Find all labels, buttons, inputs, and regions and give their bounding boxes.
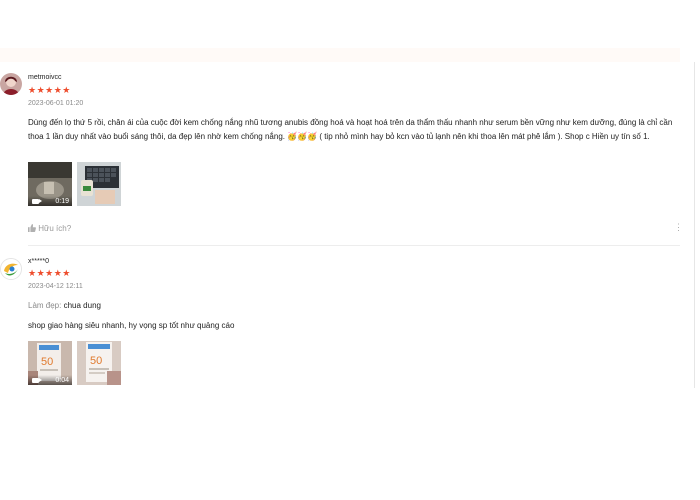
- svg-text:50: 50: [90, 355, 102, 367]
- review-photo-thumb[interactable]: [77, 162, 121, 206]
- svg-text:50: 50: [41, 356, 53, 368]
- attribute-key: Làm đẹp:: [28, 301, 62, 310]
- thumbs-up-icon: [28, 224, 36, 232]
- review-datetime: 2023-04-12 12:11: [28, 283, 83, 290]
- review-content: shop giao hàng siêu nhanh, hy vọng sp tố…: [28, 321, 235, 330]
- video-camera-icon: [32, 378, 42, 383]
- review-datetime: 2023-06-01 01:20: [28, 100, 84, 107]
- video-duration: 0:19: [55, 198, 69, 205]
- video-badge: 0:04: [28, 375, 72, 385]
- section-top-band: [0, 48, 680, 62]
- review-content: Dùng đến lọ thứ 5 rồi, chân ái của cuộc …: [28, 118, 673, 141]
- more-options-icon[interactable]: ⋮: [674, 223, 683, 232]
- review-photo-thumb[interactable]: 50: [77, 341, 121, 385]
- helpful-label: Hữu ích?: [38, 224, 72, 233]
- avatar[interactable]: [0, 73, 22, 95]
- star-rating: ★★★★★: [28, 268, 71, 278]
- avatar[interactable]: [0, 258, 22, 280]
- attribute-value: chua dung: [63, 301, 101, 310]
- review-divider: [28, 245, 680, 246]
- review-video-thumb[interactable]: 50 0:04: [28, 341, 72, 385]
- reviewer-name[interactable]: metmoivcc: [28, 74, 61, 81]
- review-list: metmoivcc ★★★★★ 2023-06-01 01:20 Dùng đế…: [0, 62, 695, 388]
- star-rating: ★★★★★: [28, 85, 71, 95]
- video-duration: 0:04: [55, 377, 69, 384]
- reviewer-name[interactable]: x*****0: [28, 258, 49, 265]
- review-video-thumb[interactable]: 0:19: [28, 162, 72, 206]
- video-badge: 0:19: [28, 196, 72, 206]
- product-attribute: Làm đẹp: chua dung: [28, 301, 101, 310]
- video-camera-icon: [32, 199, 42, 204]
- helpful-button[interactable]: Hữu ích?: [28, 224, 71, 233]
